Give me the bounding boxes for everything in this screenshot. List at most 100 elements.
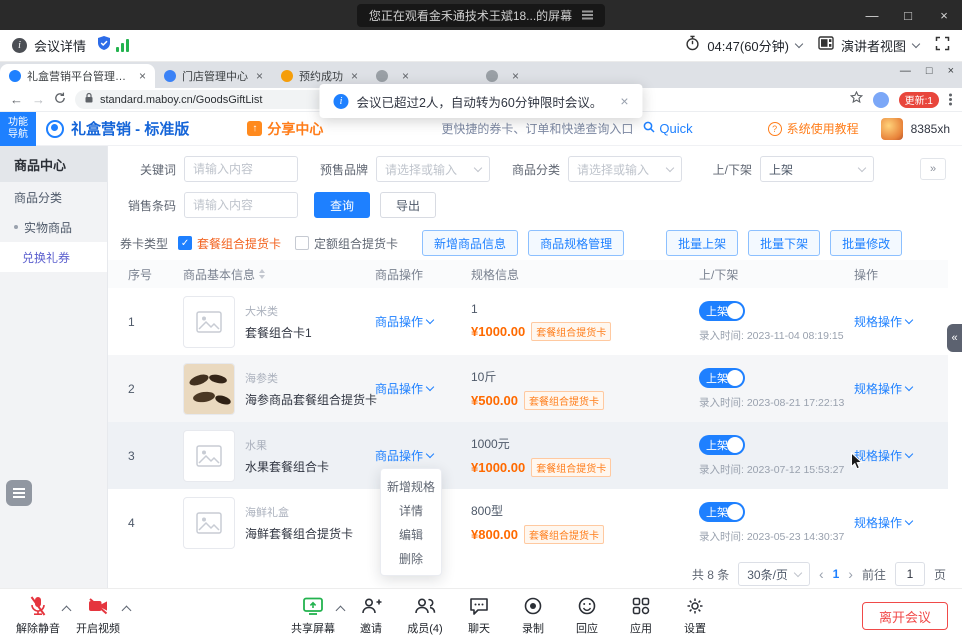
shelf-toggle[interactable]: 上架 xyxy=(699,301,745,321)
table-body: 1 大米类 套餐组合卡1 商品操作 1 ¥1000.00套餐组合提货卡 xyxy=(108,288,948,556)
browser-update-badge[interactable]: 更新:1 xyxy=(899,92,939,108)
dropdown-item-add-spec[interactable]: 新增规格 xyxy=(381,474,441,498)
browser-close-button[interactable]: × xyxy=(948,65,954,77)
search-button[interactable]: 查询 xyxy=(314,192,370,218)
unmute-button[interactable]: 解除静音 xyxy=(10,595,66,636)
dropdown-item-delete[interactable]: 删除 xyxy=(381,546,441,570)
batch-on-shelf-button[interactable]: 批量上架 xyxy=(666,230,738,256)
brand-select[interactable]: 请选择或输入 xyxy=(376,156,490,182)
browser-profile-avatar[interactable] xyxy=(873,92,889,108)
tab-close-icon[interactable]: × xyxy=(256,69,263,83)
meeting-timer[interactable]: 04:47(60分钟) xyxy=(685,35,802,56)
maximize-button[interactable]: □ xyxy=(890,0,926,30)
fullscreen-button[interactable] xyxy=(935,36,950,56)
tab-close-icon[interactable]: × xyxy=(402,69,409,83)
product-thumbnail[interactable] xyxy=(183,363,235,415)
export-button[interactable]: 导出 xyxy=(380,192,436,218)
product-thumbnail[interactable] xyxy=(183,430,235,482)
shelf-toggle[interactable]: 上架 xyxy=(699,368,745,388)
spec-op-link[interactable]: 规格操作 xyxy=(854,447,948,464)
spec-manage-button[interactable]: 商品规格管理 xyxy=(528,230,624,256)
leave-meeting-button[interactable]: 离开会议 xyxy=(862,602,948,630)
add-product-button[interactable]: 新增商品信息 xyxy=(422,230,518,256)
spec-op-link[interactable]: 规格操作 xyxy=(854,313,948,330)
banner-menu-icon[interactable] xyxy=(582,14,593,15)
chat-button[interactable]: 聊天 xyxy=(452,595,506,636)
promo-text: 更快捷的券卡、订单和快递查询入口 xyxy=(441,120,633,137)
image-placeholder-icon xyxy=(196,512,222,534)
sidebar-section-product-center[interactable]: 商品中心 xyxy=(0,146,107,182)
product-thumbnail[interactable] xyxy=(183,497,235,549)
category-select[interactable]: 请选择或输入 xyxy=(568,156,682,182)
collapse-filters-button[interactable]: » xyxy=(920,158,946,180)
refresh-icon[interactable] xyxy=(54,91,66,109)
quick-search-link[interactable]: Quick xyxy=(643,121,692,136)
spec-op-link[interactable]: 规格操作 xyxy=(854,514,948,531)
batch-edit-button[interactable]: 批量修改 xyxy=(830,230,902,256)
next-page-button[interactable]: › xyxy=(848,566,853,582)
bookmark-star-icon[interactable] xyxy=(850,91,863,109)
prev-page-button[interactable]: ‹ xyxy=(819,566,824,582)
toggle-knob xyxy=(727,303,743,319)
shelf-toggle[interactable]: 上架 xyxy=(699,502,745,522)
goto-page-input[interactable] xyxy=(895,562,925,586)
record-button[interactable]: 录制 xyxy=(506,595,560,636)
sidebar-item-categories[interactable]: 商品分类 xyxy=(0,182,107,212)
dropdown-item-details[interactable]: 详情 xyxy=(381,498,441,522)
chevron-down-icon xyxy=(858,163,866,171)
batch-off-shelf-button[interactable]: 批量下架 xyxy=(748,230,820,256)
meeting-panel-button[interactable] xyxy=(6,480,32,506)
share-screen-button[interactable]: 共享屏幕 xyxy=(286,595,340,636)
sort-icon[interactable] xyxy=(259,269,265,279)
members-button[interactable]: 成员(4) xyxy=(398,595,452,636)
share-center-link[interactable]: ↑ 分享中心 xyxy=(247,119,323,139)
browser-tab[interactable]: 门店管理中心 × xyxy=(155,64,272,88)
browser-maximize-button[interactable]: □ xyxy=(926,65,933,77)
barcode-input[interactable] xyxy=(184,192,298,218)
invite-button[interactable]: 邀请 xyxy=(344,595,398,636)
meeting-details[interactable]: i 会议详情 xyxy=(12,36,86,55)
view-mode-selector[interactable]: 演讲者视图 xyxy=(818,36,919,55)
browser-minimize-button[interactable]: — xyxy=(900,65,911,77)
spec-op-link[interactable]: 规格操作 xyxy=(854,380,948,397)
react-button[interactable]: 回应 xyxy=(560,595,614,636)
brand[interactable]: 礼盒营销 - 标准版 xyxy=(46,118,189,139)
tab-close-icon[interactable]: × xyxy=(512,69,519,83)
product-op-link[interactable]: 商品操作 xyxy=(375,313,471,330)
back-icon[interactable]: ← xyxy=(10,92,23,107)
tutorial-link[interactable]: ? 系统使用教程 xyxy=(768,120,859,137)
apps-button[interactable]: 应用 xyxy=(614,595,668,636)
browser-tab-active[interactable]: 礼盒营销平台管理中心 × xyxy=(0,64,155,88)
user-avatar[interactable] xyxy=(881,118,903,140)
card-type-tag: 套餐组合提货卡 xyxy=(531,322,611,341)
close-button[interactable]: × xyxy=(926,0,962,30)
checkbox-fixed-card[interactable]: 定额组合提货卡 xyxy=(295,235,398,252)
shelf-toggle[interactable]: 上架 xyxy=(699,435,745,455)
right-drawer-handle[interactable]: « xyxy=(947,324,962,352)
function-nav-button[interactable]: 功能 导航 xyxy=(0,112,36,146)
sidebar-item-gift-vouchers[interactable]: 兑换礼券 xyxy=(0,242,107,272)
product-thumbnail[interactable] xyxy=(183,296,235,348)
settings-button[interactable]: 设置 xyxy=(668,595,722,636)
dropdown-item-edit[interactable]: 编辑 xyxy=(381,522,441,546)
product-op-link-open[interactable]: 商品操作 xyxy=(375,447,471,464)
username[interactable]: 8385xh xyxy=(911,122,950,136)
toast-close-icon[interactable]: × xyxy=(620,93,628,109)
current-page[interactable]: 1 xyxy=(833,567,840,581)
security-shield-icon[interactable] xyxy=(96,35,112,56)
tab-close-icon[interactable]: × xyxy=(351,69,358,83)
start-video-button[interactable]: 开启视频 xyxy=(70,595,126,636)
tab-close-icon[interactable]: × xyxy=(139,69,146,83)
page-size-select[interactable]: 30条/页 xyxy=(738,562,810,586)
product-op-link[interactable]: 商品操作 xyxy=(375,380,471,397)
sidebar-item-physical-goods[interactable]: 实物商品 xyxy=(0,212,107,242)
network-signal-icon[interactable] xyxy=(116,39,129,52)
minimize-button[interactable]: — xyxy=(854,0,890,30)
padlock-icon xyxy=(84,92,94,107)
checkbox-combo-card[interactable]: ✓ 套餐组合提货卡 xyxy=(178,235,281,252)
watching-banner[interactable]: 您正在观看金禾通技术王斌18...的屏幕 xyxy=(357,4,605,27)
keyword-input[interactable] xyxy=(184,156,298,182)
browser-menu-icon[interactable] xyxy=(949,98,952,101)
shelf-select[interactable]: 上架 xyxy=(760,156,874,182)
meeting-titlebar: 您正在观看金禾通技术王斌18...的屏幕 — □ × xyxy=(0,0,962,30)
